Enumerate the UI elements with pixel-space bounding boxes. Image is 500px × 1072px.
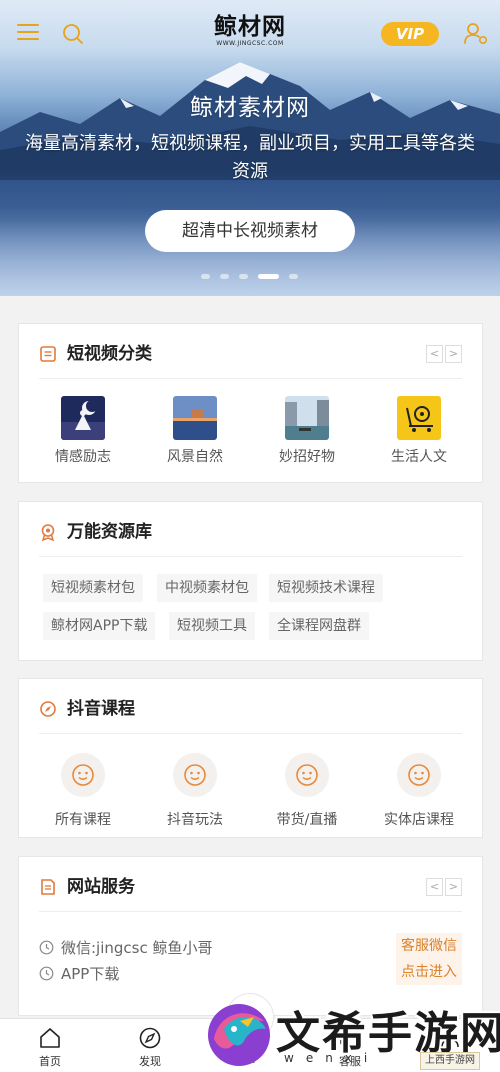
resource-tag[interactable]: 短视频技术课程 xyxy=(269,574,383,602)
card-title: 抖音课程 xyxy=(67,699,135,719)
card-title: 短视频分类 xyxy=(67,344,152,364)
watermark-overlay: 文希手游网 wenxi 上西手游网 xyxy=(200,995,500,1072)
carousel-dot[interactable] xyxy=(239,274,248,279)
lake-sunset-thumbnail xyxy=(173,396,217,440)
smiley-icon xyxy=(61,753,105,797)
card-title: 万能资源库 xyxy=(67,522,152,542)
pager-prev-button[interactable]: < xyxy=(426,345,443,363)
category-label: 风景自然 xyxy=(167,449,223,465)
card-title: 网站服务 xyxy=(67,877,135,897)
pager-next-button[interactable]: > xyxy=(445,878,462,896)
carousel-dot[interactable] xyxy=(201,274,210,279)
film-cart-thumbnail xyxy=(397,396,441,440)
search-icon[interactable] xyxy=(62,23,84,45)
logo-title: 鲸材网 xyxy=(214,13,286,40)
category-item[interactable]: 风景自然 xyxy=(145,396,245,466)
divider xyxy=(39,911,462,912)
hero-title: 鲸材素材网 xyxy=(190,95,310,121)
compass-icon xyxy=(40,701,56,717)
clock-icon xyxy=(39,940,54,955)
top-bar: 鲸材网 WWW.JINGCSC.COM VIP xyxy=(0,0,500,68)
resource-tag[interactable]: 全课程网盘群 xyxy=(269,612,369,640)
short-video-card: 短视频分类 < > 情感励志 风景自然 妙招好物 生活人文 xyxy=(18,323,483,483)
nav-label: 首页 xyxy=(39,1055,61,1068)
clock-icon xyxy=(39,966,54,981)
course-item[interactable]: 所有课程 xyxy=(33,753,133,829)
wechat-service-button[interactable]: 客服微信 xyxy=(396,933,462,959)
watermark-logo-icon xyxy=(208,1004,270,1066)
compass-icon xyxy=(139,1027,161,1049)
category-label: 妙招好物 xyxy=(279,449,335,465)
divider xyxy=(39,556,462,557)
course-label: 实体店课程 xyxy=(384,812,454,828)
canal-town-thumbnail xyxy=(285,396,329,440)
app-enter-button[interactable]: 点击进入 xyxy=(396,959,462,985)
category-item[interactable]: 生活人文 xyxy=(369,396,469,466)
carousel-dot-active[interactable] xyxy=(258,274,279,279)
menu-icon[interactable] xyxy=(17,24,39,42)
resource-tag[interactable]: 短视频素材包 xyxy=(43,574,143,602)
divider xyxy=(39,378,462,379)
resource-tag[interactable]: 中视频素材包 xyxy=(157,574,257,602)
nav-item-home[interactable]: 首页 xyxy=(20,1026,80,1069)
divider xyxy=(39,733,462,734)
smiley-icon xyxy=(397,753,441,797)
logo-url: WWW.JINGCSC.COM xyxy=(216,40,284,47)
course-label: 所有课程 xyxy=(55,812,111,828)
site-logo[interactable]: 鲸材网 WWW.JINGCSC.COM xyxy=(200,13,300,48)
service-text: 微信:jingcsc 鲸鱼小哥 xyxy=(61,939,213,957)
watermark-subtext: wenxi xyxy=(284,1051,380,1065)
course-item[interactable]: 带货/直播 xyxy=(257,753,357,829)
course-label: 抖音玩法 xyxy=(167,812,223,828)
card-pager: < > xyxy=(426,878,462,896)
vip-button[interactable]: VIP xyxy=(381,22,439,46)
pager-next-button[interactable]: > xyxy=(445,345,462,363)
smiley-icon xyxy=(285,753,329,797)
card-pager: < > xyxy=(426,345,462,363)
category-label: 情感励志 xyxy=(55,449,111,465)
hero-cta-button[interactable]: 超清中长视频素材 xyxy=(145,210,355,252)
hero-description: 海量高清素材，短视频课程，副业项目，实用工具等各类资源 xyxy=(25,133,475,182)
site-service-card: 网站服务 < > 微信:jingcsc 鲸鱼小哥 客服微信 APP下载 点击进入 xyxy=(18,856,483,1016)
list-icon xyxy=(40,346,56,362)
watermark-badge: 上西手游网 xyxy=(420,1052,480,1070)
carousel-dot[interactable] xyxy=(289,274,298,279)
carousel-dot[interactable] xyxy=(220,274,229,279)
resource-tag[interactable]: 鲸材网APP下载 xyxy=(43,612,156,640)
smiley-icon xyxy=(173,753,217,797)
category-label: 生活人文 xyxy=(391,449,447,465)
hero-banner[interactable]: 鲸材网 WWW.JINGCSC.COM VIP 鲸材素材网 海量高清素材，短视频… xyxy=(0,0,500,296)
resource-tag[interactable]: 短视频工具 xyxy=(169,612,255,640)
nav-label: 发现 xyxy=(139,1055,161,1068)
service-text: APP下载 xyxy=(61,965,120,983)
document-icon xyxy=(41,879,55,895)
course-item[interactable]: 抖音玩法 xyxy=(145,753,245,829)
course-label: 带货/直播 xyxy=(276,812,338,828)
douyin-course-card: 抖音课程 所有课程 抖音玩法 带货/直播 实体店课程 xyxy=(18,678,483,838)
award-icon xyxy=(41,524,55,541)
night-figure-thumbnail xyxy=(61,396,105,440)
nav-item-discover[interactable]: 发现 xyxy=(120,1026,180,1069)
category-item[interactable]: 妙招好物 xyxy=(257,396,357,466)
pager-prev-button[interactable]: < xyxy=(426,878,443,896)
resource-library-card: 万能资源库 短视频素材包 中视频素材包 短视频技术课程 鲸材网APP下载 短视频… xyxy=(18,501,483,661)
home-icon xyxy=(40,1028,60,1048)
course-item[interactable]: 实体店课程 xyxy=(369,753,469,829)
user-settings-icon[interactable] xyxy=(463,22,489,46)
category-item[interactable]: 情感励志 xyxy=(33,396,133,466)
